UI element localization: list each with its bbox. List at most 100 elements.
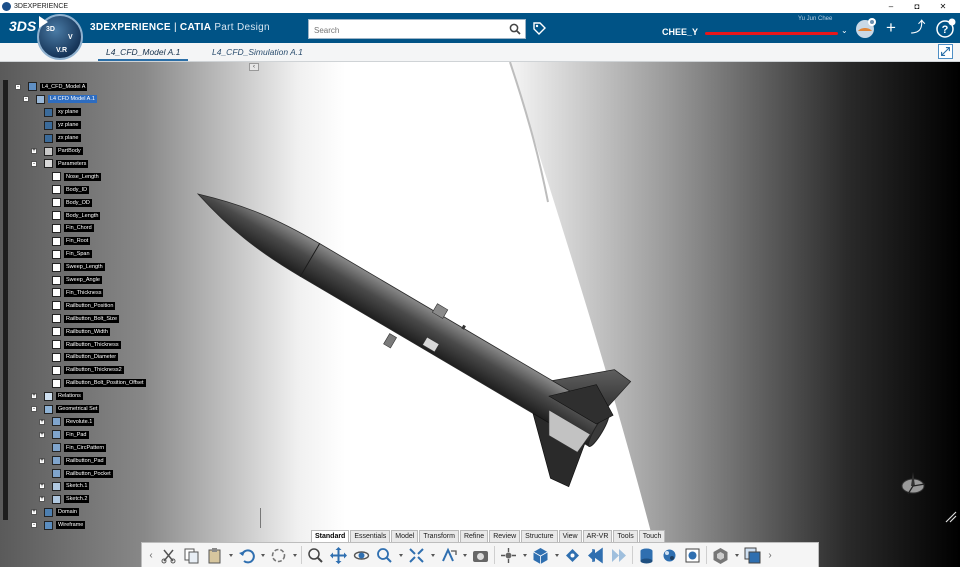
dropdown-arrow-icon[interactable]: [292, 546, 297, 564]
material-icon[interactable]: [660, 546, 678, 564]
view-compass-icon[interactable]: [898, 468, 928, 498]
zoom-icon[interactable]: [375, 546, 393, 564]
dropdown-arrow-icon[interactable]: [462, 546, 467, 564]
tree-node[interactable]: Railbutton_Position: [52, 301, 116, 311]
scroll-left-icon[interactable]: ‹: [147, 546, 155, 564]
collapse-node-icon[interactable]: -: [23, 96, 29, 103]
tree-node[interactable]: + Fin_Pad: [39, 430, 89, 440]
tab-essentials[interactable]: Essentials: [350, 530, 391, 542]
tree-node[interactable]: + Sketch.2: [39, 494, 90, 504]
ds-logo[interactable]: 3DS: [9, 18, 36, 34]
layer-icon[interactable]: [743, 546, 761, 564]
tree-node[interactable]: Railbutton_Diameter: [52, 352, 119, 362]
expand-node-icon[interactable]: +: [31, 393, 37, 400]
tree-node[interactable]: xy plane: [44, 107, 81, 117]
tab-touch[interactable]: Touch: [638, 530, 666, 542]
tree-node[interactable]: Nose_Length: [52, 172, 101, 182]
tree-node[interactable]: Railbutton_Width: [52, 327, 110, 337]
share-icon[interactable]: ⤴: [908, 18, 928, 38]
tree-node[interactable]: - L4 CFD Model A.1: [23, 94, 97, 104]
expand-node-icon[interactable]: +: [39, 483, 45, 490]
search-icon[interactable]: [509, 23, 521, 35]
pan-icon[interactable]: [329, 546, 347, 564]
capture-icon[interactable]: [471, 546, 489, 564]
tab-refine[interactable]: Refine: [459, 530, 489, 542]
expand-node-icon[interactable]: +: [39, 431, 45, 438]
tag-icon[interactable]: [532, 21, 547, 36]
fly-icon[interactable]: [563, 546, 581, 564]
tree-node[interactable]: + Railbutton_Pad: [39, 456, 106, 466]
scroll-right-icon[interactable]: ›: [766, 546, 774, 564]
tree-node[interactable]: Body_OD: [52, 198, 92, 208]
tree-node[interactable]: Sweep_Length: [52, 262, 105, 272]
tree-node[interactable]: + Sketch.1: [39, 481, 90, 491]
tree-node[interactable]: zx plane: [44, 133, 81, 143]
tree-node[interactable]: - Geometrical Set: [31, 404, 100, 414]
collapse-node-icon[interactable]: -: [31, 406, 37, 412]
zoom-in-icon[interactable]: [306, 546, 324, 564]
plus-icon[interactable]: +: [881, 18, 901, 38]
expand-node-icon[interactable]: +: [39, 418, 45, 425]
tree-node[interactable]: Fin_CircPattern: [52, 443, 107, 453]
expand-node-icon[interactable]: +: [39, 457, 45, 464]
tree-node[interactable]: Fin_Chord: [52, 223, 94, 233]
dropdown-arrow-icon[interactable]: [228, 546, 233, 564]
tree-node[interactable]: Railbutton_Bolt_Size: [52, 314, 120, 324]
tree-node[interactable]: + PartBody: [31, 146, 83, 156]
dropdown-arrow-icon[interactable]: [398, 546, 403, 564]
tab-tools[interactable]: Tools: [613, 530, 638, 542]
chevron-down-icon[interactable]: ⌄: [841, 26, 848, 35]
close-button[interactable]: ✕: [930, 0, 956, 13]
tree-node[interactable]: Railbutton_Thickness: [52, 340, 121, 349]
collapse-node-icon[interactable]: -: [15, 83, 21, 90]
expand-node-icon[interactable]: +: [31, 148, 37, 154]
copy-icon[interactable]: [182, 546, 200, 564]
previous-view-icon[interactable]: [586, 546, 604, 564]
help-icon[interactable]: ?: [936, 18, 956, 38]
paste-icon[interactable]: [205, 546, 223, 564]
avatar[interactable]: [855, 17, 877, 39]
search-input[interactable]: [309, 21, 499, 40]
tab-standard[interactable]: Standard: [311, 530, 350, 542]
explode-icon[interactable]: [499, 546, 517, 564]
normal-view-icon[interactable]: [439, 546, 457, 564]
tree-node[interactable]: Fin_Span: [52, 249, 92, 259]
fit-all-icon[interactable]: [407, 546, 425, 564]
resize-handle-icon[interactable]: [944, 510, 958, 524]
tab-ar-vr[interactable]: AR-VR: [582, 530, 613, 542]
expand-node-icon[interactable]: +: [39, 496, 45, 503]
restore-button[interactable]: ◘: [904, 0, 930, 13]
tab-transform[interactable]: Transform: [419, 530, 459, 542]
dropdown-arrow-icon[interactable]: [554, 546, 559, 564]
tree-node[interactable]: + Revolute.1: [39, 417, 95, 427]
tree-node[interactable]: Sweep_Angle: [52, 275, 102, 285]
maximize-icon[interactable]: [938, 44, 953, 59]
view-cube-icon[interactable]: [531, 546, 549, 564]
cut-icon[interactable]: [159, 546, 177, 564]
tab-cfd-simulation[interactable]: L4_CFD_Simulation A.1: [204, 45, 311, 61]
tree-node[interactable]: Railbutton_Bolt_Position_Offset: [52, 378, 146, 388]
expand-node-icon[interactable]: +: [31, 509, 37, 516]
tree-node[interactable]: - Parameters: [31, 159, 89, 169]
tab-view[interactable]: View: [558, 530, 582, 542]
tab-cfd-model[interactable]: L4_CFD_Model A.1: [98, 45, 189, 61]
tree-node[interactable]: Fin_Thickness: [52, 288, 104, 298]
quick-render-icon[interactable]: [683, 546, 701, 564]
dropdown-arrow-icon[interactable]: [734, 546, 739, 564]
collapse-node-icon[interactable]: -: [31, 522, 37, 529]
tree-node[interactable]: Fin_Root: [52, 236, 91, 246]
rotate-icon[interactable]: [352, 546, 370, 564]
undo-icon[interactable]: [237, 546, 255, 564]
display-mode-icon[interactable]: [711, 546, 729, 564]
tree-node[interactable]: yz plane: [44, 120, 81, 130]
tree-node[interactable]: - L4_CFD_Model A: [15, 82, 88, 91]
tab-review[interactable]: Review: [489, 530, 521, 542]
tree-node[interactable]: Body_ID: [52, 185, 90, 195]
update-icon[interactable]: [269, 546, 287, 564]
dropdown-arrow-icon[interactable]: [260, 546, 265, 564]
next-view-icon[interactable]: [609, 546, 627, 564]
username[interactable]: CHEE_Y: [662, 27, 698, 37]
tree-node[interactable]: - Wireframe: [31, 520, 86, 530]
tree-node[interactable]: + Domain: [31, 507, 79, 517]
tree-node[interactable]: Railbutton_Thickness2: [52, 365, 124, 375]
